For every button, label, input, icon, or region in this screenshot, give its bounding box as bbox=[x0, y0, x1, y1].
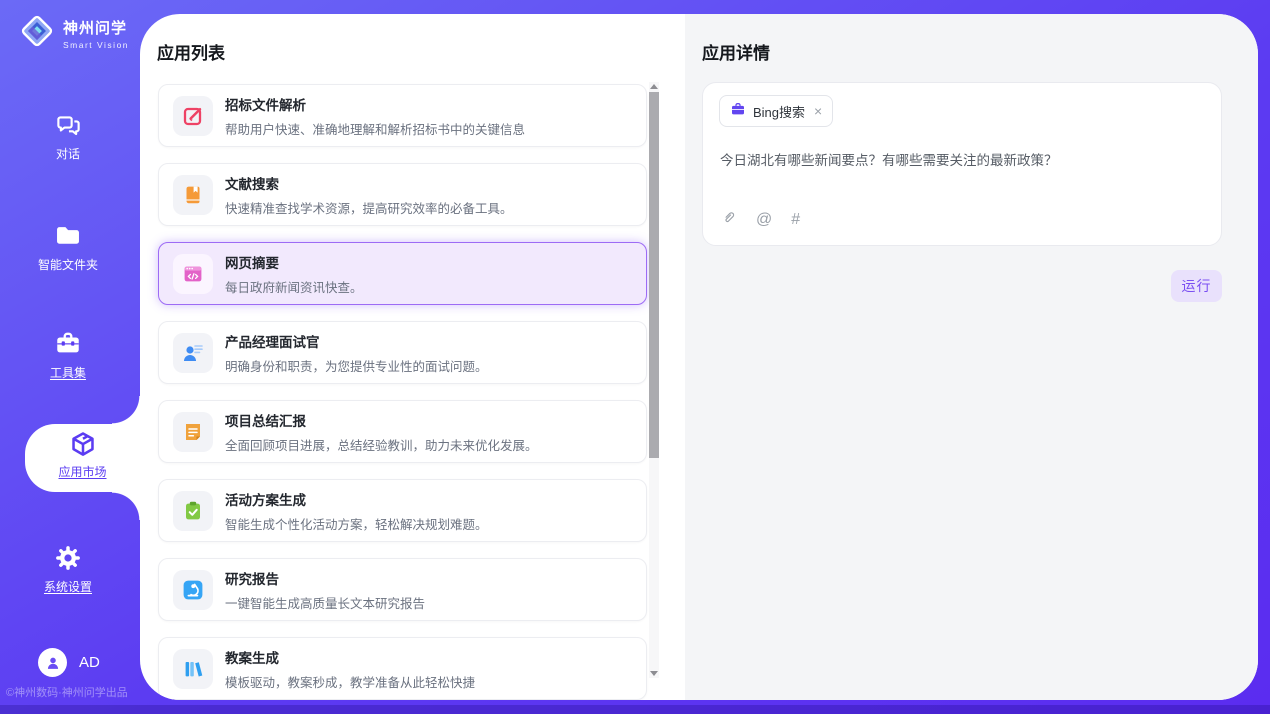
app-desc: 快速精准查找学术资源，提高研究效率的必备工具。 bbox=[225, 198, 513, 217]
app-desc: 明确身份和职责，为您提供专业性的面试问题。 bbox=[225, 356, 488, 375]
app-list: 招标文件解析 帮助用户快速、准确地理解和解析招标书中的关键信息 文献搜索 快速精… bbox=[158, 84, 647, 700]
book-icon bbox=[173, 175, 213, 215]
sidebar: 神州问学 Smart Vision 对话 智能文件夹 bbox=[0, 0, 140, 714]
interviewer-icon bbox=[173, 333, 213, 373]
app-title: 研究报告 bbox=[225, 568, 425, 588]
scroll-up-arrow-icon[interactable] bbox=[650, 84, 658, 89]
app-card-web-summary[interactable]: 网页摘要 每日政府新闻资讯快查。 bbox=[158, 242, 647, 305]
user-account[interactable]: AD bbox=[38, 648, 100, 677]
app-title: 招标文件解析 bbox=[225, 94, 525, 114]
app-card-research-report[interactable]: 研究报告 一键智能生成高质量长文本研究报告 bbox=[158, 558, 647, 621]
sidebar-item-smart-folder[interactable]: 智能文件夹 bbox=[0, 222, 136, 273]
app-card-lesson-plan[interactable]: 教案生成 模板驱动，教案秒成，教学准备从此轻松快捷 bbox=[158, 637, 647, 700]
brand-subtitle: Smart Vision bbox=[63, 40, 129, 50]
cube-icon bbox=[25, 429, 140, 461]
main-panel: 应用列表 招标文件解析 帮助用户快速、准确地理解和解析招标书中的关键信息 bbox=[140, 14, 1258, 700]
app-card-bid-document-analysis[interactable]: 招标文件解析 帮助用户快速、准确地理解和解析招标书中的关键信息 bbox=[158, 84, 647, 147]
tool-chip-bing-search[interactable]: Bing搜索 × bbox=[719, 95, 833, 127]
sidebar-item-label: 对话 bbox=[0, 145, 136, 162]
app-detail-title: 应用详情 bbox=[702, 39, 770, 64]
app-list-title: 应用列表 bbox=[157, 39, 225, 64]
app-card-literature-search[interactable]: 文献搜索 快速精准查找学术资源，提高研究效率的必备工具。 bbox=[158, 163, 647, 226]
briefcase-icon bbox=[730, 101, 746, 122]
at-icon[interactable]: @ bbox=[756, 211, 772, 229]
gear-icon bbox=[0, 544, 136, 572]
app-title: 产品经理面试官 bbox=[225, 331, 488, 351]
run-button[interactable]: 运行 bbox=[1171, 270, 1222, 302]
app-detail-pane: 应用详情 Bing搜索 × 今日湖北有哪些新闻要点？有哪些需要关注的最新政策？ bbox=[685, 14, 1258, 700]
chat-icon bbox=[0, 112, 136, 139]
prompt-text[interactable]: 今日湖北有哪些新闻要点？有哪些需要关注的最新政策？ bbox=[720, 149, 1205, 169]
books-icon bbox=[173, 649, 213, 689]
sidebar-item-settings[interactable]: 系统设置 bbox=[0, 544, 136, 595]
memo-icon bbox=[173, 412, 213, 452]
app-card-event-plan[interactable]: 活动方案生成 智能生成个性化活动方案，轻松解决规划难题。 bbox=[158, 479, 647, 542]
app-desc: 每日政府新闻资讯快查。 bbox=[225, 277, 363, 296]
hash-icon[interactable]: # bbox=[791, 211, 800, 229]
sidebar-item-label: 应用市场 bbox=[25, 463, 140, 480]
copyright-footer: ©神州数码·神州问学出品 bbox=[6, 684, 128, 700]
app-list-scrollbar[interactable] bbox=[649, 82, 659, 678]
app-title: 教案生成 bbox=[225, 647, 475, 667]
microscope-icon bbox=[173, 570, 213, 610]
sidebar-item-label: 系统设置 bbox=[0, 578, 136, 595]
sidebar-item-chat[interactable]: 对话 bbox=[0, 112, 136, 162]
scroll-down-arrow-icon[interactable] bbox=[650, 671, 658, 676]
sidebar-item-toolset[interactable]: 工具集 bbox=[0, 330, 136, 381]
app-title: 文献搜索 bbox=[225, 173, 513, 193]
app-title: 活动方案生成 bbox=[225, 489, 488, 509]
brand-logo: 神州问学 Smart Vision bbox=[18, 12, 129, 55]
app-card-pm-interviewer[interactable]: 产品经理面试官 明确身份和职责，为您提供专业性的面试问题。 bbox=[158, 321, 647, 384]
user-avatar-icon bbox=[38, 648, 67, 677]
browser-window-icon bbox=[173, 254, 213, 294]
tool-chip-label: Bing搜索 bbox=[753, 102, 805, 121]
user-name: AD bbox=[79, 654, 100, 671]
sidebar-item-label: 智能文件夹 bbox=[0, 256, 136, 273]
diamond-logo-icon bbox=[18, 12, 56, 55]
prompt-card[interactable]: Bing搜索 × 今日湖北有哪些新闻要点？有哪些需要关注的最新政策？ @ # bbox=[702, 82, 1222, 246]
app-desc: 帮助用户快速、准确地理解和解析招标书中的关键信息 bbox=[225, 119, 525, 138]
paperclip-icon[interactable] bbox=[720, 209, 737, 231]
app-desc: 一键智能生成高质量长文本研究报告 bbox=[225, 593, 425, 612]
app-card-project-summary[interactable]: 项目总结汇报 全面回顾项目进展，总结经验教训，助力未来优化发展。 bbox=[158, 400, 647, 463]
close-icon[interactable]: × bbox=[814, 104, 822, 118]
bottom-strip bbox=[0, 705, 1270, 714]
app-desc: 智能生成个性化活动方案，轻松解决规划难题。 bbox=[225, 514, 488, 533]
app-desc: 模板驱动，教案秒成，教学准备从此轻松快捷 bbox=[225, 672, 475, 691]
app-title: 网页摘要 bbox=[225, 252, 363, 272]
folder-icon bbox=[0, 222, 136, 250]
app-desc: 全面回顾项目进展，总结经验教训，助力未来优化发展。 bbox=[225, 435, 538, 454]
prompt-toolbar: @ # bbox=[720, 209, 800, 231]
pen-square-icon bbox=[173, 96, 213, 136]
app-title: 项目总结汇报 bbox=[225, 410, 538, 430]
sidebar-item-label: 工具集 bbox=[0, 364, 136, 381]
scrollbar-thumb[interactable] bbox=[649, 92, 659, 458]
sidebar-item-app-market[interactable]: 应用市场 bbox=[25, 424, 140, 492]
brand-name: 神州问学 bbox=[63, 20, 127, 37]
clipboard-check-icon bbox=[173, 491, 213, 531]
toolbox-icon bbox=[0, 330, 136, 358]
